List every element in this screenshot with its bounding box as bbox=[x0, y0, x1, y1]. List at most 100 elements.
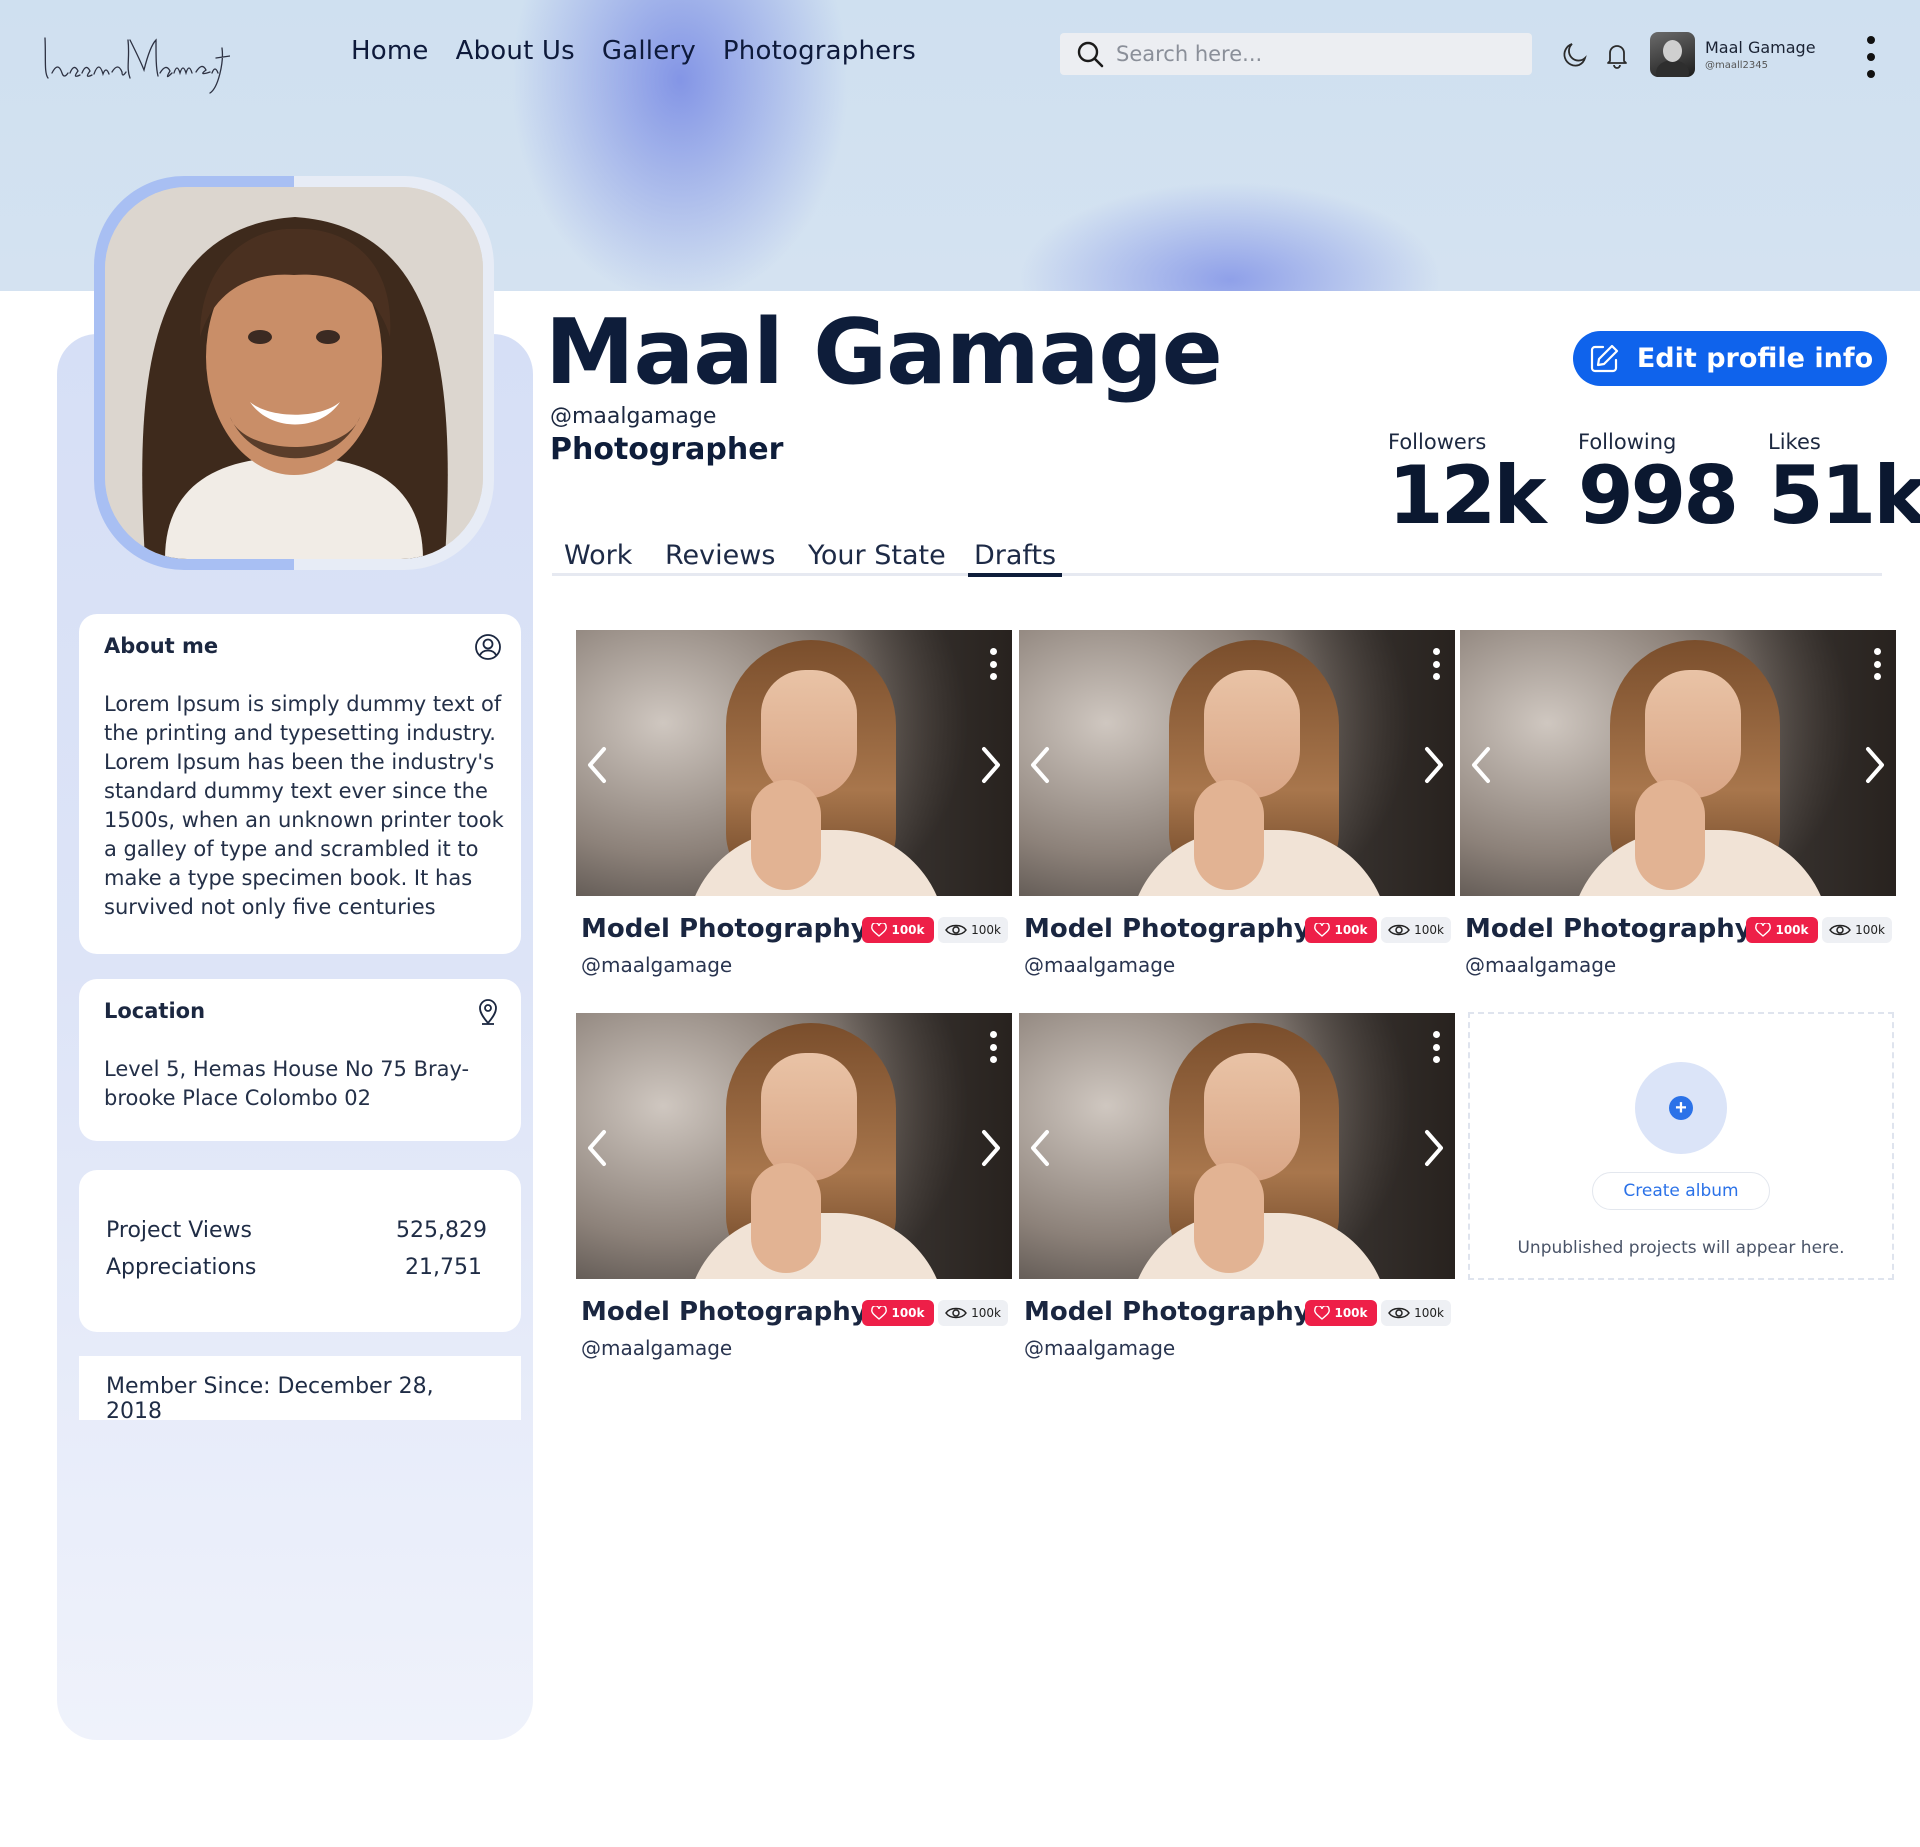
location-title: Location bbox=[104, 999, 206, 1023]
main-nav: Home About Us Gallery Photographers bbox=[351, 36, 916, 66]
appreciations-label: Appreciations bbox=[106, 1255, 257, 1280]
project-image[interactable] bbox=[1019, 1013, 1455, 1279]
project-title[interactable]: Model Photography bbox=[1024, 914, 1311, 944]
nav-gallery[interactable]: Gallery bbox=[602, 36, 696, 66]
project-title[interactable]: Model Photography bbox=[581, 914, 868, 944]
view-count: 100k bbox=[971, 1306, 1001, 1320]
kebab-menu-icon[interactable] bbox=[1433, 648, 1441, 680]
project-card[interactable]: Model Photography @maalgamage 100k 100k bbox=[1019, 1013, 1455, 1360]
heart-icon bbox=[871, 1306, 888, 1320]
chevron-right-icon[interactable] bbox=[1419, 1128, 1449, 1168]
create-album-panel: + Create album Unpublished projects will… bbox=[1468, 1012, 1894, 1280]
like-count: 100k bbox=[1775, 923, 1809, 937]
chevron-left-icon[interactable] bbox=[582, 745, 612, 785]
eye-icon bbox=[1829, 924, 1851, 936]
chevron-left-icon[interactable] bbox=[1025, 745, 1055, 785]
project-views-label: Project Views bbox=[106, 1218, 252, 1243]
project-author[interactable]: @maalgamage bbox=[1024, 953, 1175, 977]
project-author[interactable]: @maalgamage bbox=[1465, 953, 1616, 977]
heart-icon bbox=[1314, 923, 1331, 937]
appreciations-value: 21,751 bbox=[405, 1255, 482, 1280]
project-title[interactable]: Model Photography bbox=[1024, 1297, 1311, 1327]
heart-icon bbox=[1755, 923, 1772, 937]
chevron-left-icon[interactable] bbox=[582, 1128, 612, 1168]
tab-drafts[interactable]: Drafts bbox=[968, 540, 1063, 577]
search-input[interactable] bbox=[1116, 42, 1516, 66]
edit-profile-label: Edit profile info bbox=[1636, 343, 1874, 374]
chevron-right-icon[interactable] bbox=[976, 1128, 1006, 1168]
search-bar bbox=[1060, 33, 1532, 75]
user-handle: @maall2345 bbox=[1705, 60, 1769, 71]
chevron-left-icon[interactable] bbox=[1466, 745, 1496, 785]
bell-icon[interactable] bbox=[1600, 38, 1634, 72]
nav-about-us[interactable]: About Us bbox=[456, 36, 575, 66]
about-me-title: About me bbox=[104, 634, 219, 658]
like-badge[interactable]: 100k bbox=[1305, 917, 1377, 943]
location-text: Level 5, Hemas House No 75 Bray-brooke P… bbox=[104, 1057, 470, 1110]
create-album-button[interactable]: Create album bbox=[1592, 1172, 1770, 1210]
eye-icon bbox=[945, 1307, 967, 1319]
user-menu[interactable]: Maal Gamage @maall2345 bbox=[1650, 32, 1816, 77]
avatar[interactable] bbox=[1650, 32, 1695, 77]
project-title[interactable]: Model Photography bbox=[1465, 914, 1752, 944]
project-card[interactable]: Model Photography @maalgamage 100k 100k bbox=[576, 630, 1012, 977]
create-album-note: Unpublished projects will appear here. bbox=[1517, 1238, 1845, 1258]
like-count: 100k bbox=[891, 923, 925, 937]
view-badge: 100k bbox=[938, 917, 1008, 943]
chevron-left-icon[interactable] bbox=[1025, 1128, 1055, 1168]
view-badge: 100k bbox=[938, 1300, 1008, 1326]
view-count: 100k bbox=[1414, 1306, 1444, 1320]
project-image[interactable] bbox=[576, 1013, 1012, 1279]
project-image[interactable] bbox=[1019, 630, 1455, 896]
location-card: Location Level 5, Hemas House No 75 Bray… bbox=[79, 979, 521, 1141]
nav-home[interactable]: Home bbox=[351, 36, 429, 66]
chevron-right-icon[interactable] bbox=[1419, 745, 1449, 785]
project-author[interactable]: @maalgamage bbox=[1024, 1336, 1175, 1360]
like-badge[interactable]: 100k bbox=[1746, 917, 1818, 943]
location-pin-icon bbox=[479, 999, 497, 1025]
like-badge[interactable]: 100k bbox=[862, 917, 934, 943]
followers-value: 12k bbox=[1388, 449, 1547, 542]
project-card[interactable]: Model Photography @maalgamage 100k 100k bbox=[1019, 630, 1455, 977]
project-card[interactable]: Model Photography @maalgamage 100k 100k bbox=[576, 1013, 1012, 1360]
following-value: 998 bbox=[1578, 449, 1739, 542]
heart-icon bbox=[1314, 1306, 1331, 1320]
project-card[interactable]: Model Photography @maalgamage 100k 100k bbox=[1460, 630, 1896, 977]
chevron-right-icon[interactable] bbox=[1860, 745, 1890, 785]
edit-icon bbox=[1590, 344, 1618, 372]
project-author[interactable]: @maalgamage bbox=[581, 953, 732, 977]
kebab-menu-icon[interactable] bbox=[990, 1031, 998, 1063]
search-icon[interactable] bbox=[1076, 40, 1104, 68]
chevron-right-icon[interactable] bbox=[976, 745, 1006, 785]
project-title[interactable]: Model Photography bbox=[581, 1297, 868, 1327]
like-badge[interactable]: 100k bbox=[862, 1300, 934, 1326]
project-image[interactable] bbox=[1460, 630, 1896, 896]
create-album-circle[interactable]: + bbox=[1635, 1062, 1727, 1154]
kebab-menu-icon[interactable] bbox=[1433, 1031, 1441, 1063]
project-views-row: Project Views 525,829 bbox=[106, 1218, 487, 1243]
tab-work[interactable]: Work bbox=[564, 540, 632, 571]
about-me-text: Lorem Ipsum is simply dummy text of the … bbox=[104, 692, 504, 919]
profile-avatar[interactable] bbox=[105, 187, 483, 559]
kebab-menu-icon[interactable] bbox=[1874, 648, 1882, 680]
nav-photographers[interactable]: Photographers bbox=[723, 36, 916, 66]
likes-stat: Likes 51k bbox=[1768, 430, 1920, 536]
kebab-menu-icon[interactable] bbox=[990, 648, 998, 680]
moon-icon[interactable] bbox=[1557, 38, 1591, 72]
profile-avatar-frame bbox=[94, 176, 494, 570]
tab-reviews[interactable]: Reviews bbox=[665, 540, 775, 571]
tab-your-state[interactable]: Your State bbox=[808, 540, 946, 571]
edit-profile-button[interactable]: Edit profile info bbox=[1573, 331, 1887, 386]
project-image[interactable] bbox=[576, 630, 1012, 896]
user-circle-icon bbox=[475, 634, 501, 660]
plus-icon[interactable]: + bbox=[1669, 1096, 1693, 1120]
like-badge[interactable]: 100k bbox=[1305, 1300, 1377, 1326]
heart-icon bbox=[871, 923, 888, 937]
like-count: 100k bbox=[1334, 923, 1368, 937]
following-stat: Following 998 bbox=[1578, 430, 1739, 542]
eye-icon bbox=[945, 924, 967, 936]
kebab-menu-icon[interactable] bbox=[1862, 36, 1880, 78]
brand-logo[interactable] bbox=[40, 18, 230, 98]
project-author[interactable]: @maalgamage bbox=[581, 1336, 732, 1360]
appreciations-row: Appreciations 21,751 bbox=[106, 1255, 482, 1280]
